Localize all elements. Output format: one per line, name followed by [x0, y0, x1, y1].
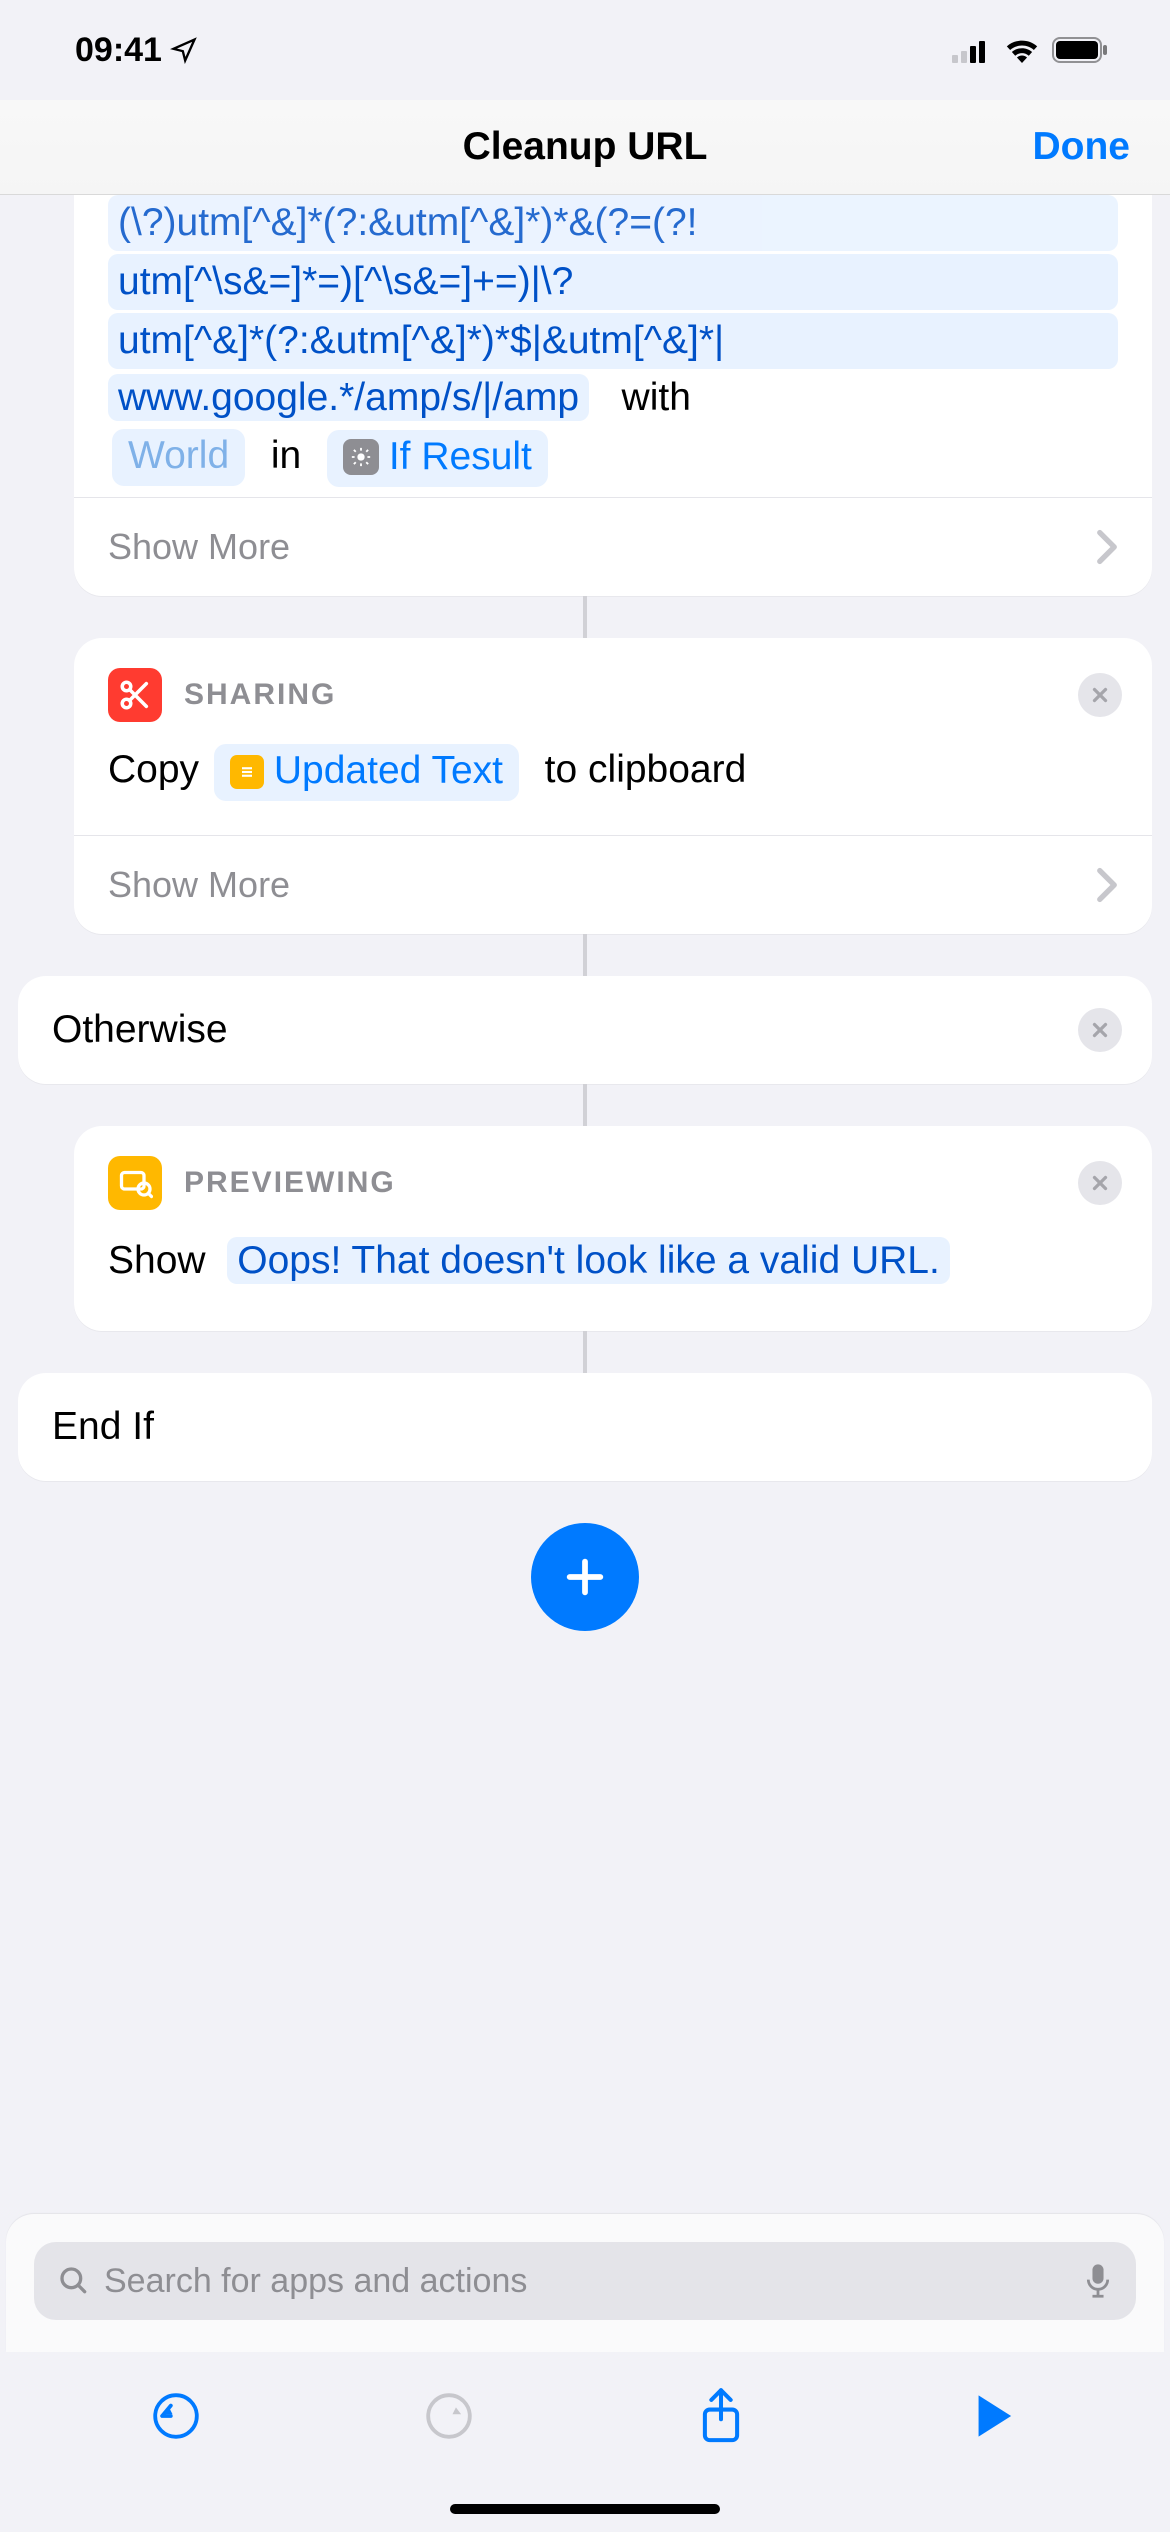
- redo-button[interactable]: [419, 2386, 479, 2446]
- delete-action-button[interactable]: [1078, 1008, 1122, 1052]
- connector-line: [583, 596, 587, 638]
- show-message-token[interactable]: Oops! That doesn't look like a valid URL…: [227, 1237, 950, 1284]
- search-icon: [58, 2265, 90, 2297]
- delete-action-button[interactable]: [1078, 1161, 1122, 1205]
- document-icon: [230, 755, 264, 789]
- battery-icon: [1052, 37, 1110, 63]
- sharing-header: SHARING: [184, 678, 336, 712]
- otherwise-label: Otherwise: [52, 1008, 228, 1052]
- done-button[interactable]: Done: [1033, 125, 1131, 169]
- status-bar: 09:41: [0, 0, 1170, 100]
- plus-icon: [562, 1554, 608, 1600]
- show-more-label: Show More: [108, 526, 290, 568]
- show-more-row[interactable]: Show More: [74, 497, 1152, 596]
- show-action-card: PREVIEWING Show Oops! That doesn't look …: [74, 1126, 1152, 1331]
- status-time: 09:41: [75, 31, 162, 70]
- scissors-icon: [108, 668, 162, 722]
- share-button[interactable]: [691, 2386, 751, 2446]
- regex-text[interactable]: www.google.*/amp/s/|/amp: [108, 374, 589, 421]
- regex-text[interactable]: utm[^&]*(?:&utm[^&]*)*$|&utm[^&]*|: [108, 313, 1118, 369]
- regex-text[interactable]: (\?)utm[^&]*(?:&utm[^&]*)*&(?=(?!: [108, 195, 1118, 251]
- copy-action-card: SHARING Copy Updated Text to clipboard S…: [74, 638, 1152, 934]
- connector-line: [583, 1331, 587, 1373]
- endif-card: End If: [18, 1373, 1152, 1481]
- chevron-right-icon: [1096, 867, 1118, 903]
- show-more-row[interactable]: Show More: [74, 835, 1152, 934]
- previewing-header: PREVIEWING: [184, 1166, 396, 1200]
- connector-line: [583, 1084, 587, 1126]
- with-label: with: [622, 376, 691, 419]
- cellular-icon: [952, 37, 992, 63]
- wifi-icon: [1004, 37, 1040, 63]
- nav-bar: Cleanup URL Done: [0, 100, 1170, 195]
- toolbar: [0, 2356, 1170, 2476]
- endif-label: End If: [52, 1405, 154, 1449]
- search-panel: [6, 2214, 1164, 2352]
- undo-button[interactable]: [146, 2386, 206, 2446]
- regex-text[interactable]: utm[^\s&=]*=)[^\s&=]+=)|\?: [108, 254, 1118, 310]
- location-icon: [170, 36, 198, 64]
- if-result-token[interactable]: If Result: [327, 430, 548, 487]
- with-value-token[interactable]: World: [112, 429, 245, 486]
- copy-prefix: Copy: [108, 748, 199, 791]
- connector-line: [583, 934, 587, 976]
- show-prefix: Show: [108, 1239, 206, 1282]
- home-indicator: [450, 2504, 720, 2514]
- copy-suffix: to clipboard: [545, 748, 747, 791]
- in-label: in: [271, 434, 301, 477]
- replace-action-card: (\?)utm[^&]*(?:&utm[^&]*)*&(?=(?! utm[^\…: [74, 195, 1152, 596]
- search-input[interactable]: [104, 2262, 1070, 2301]
- microphone-icon[interactable]: [1084, 2263, 1112, 2299]
- page-title: Cleanup URL: [463, 125, 708, 169]
- delete-action-button[interactable]: [1078, 673, 1122, 717]
- preview-icon: [108, 1156, 162, 1210]
- search-field[interactable]: [34, 2242, 1136, 2320]
- show-more-label: Show More: [108, 864, 290, 906]
- chevron-right-icon: [1096, 529, 1118, 565]
- play-button[interactable]: [964, 2386, 1024, 2446]
- add-action-button[interactable]: [531, 1523, 639, 1631]
- gear-icon: [343, 439, 379, 475]
- updated-text-token[interactable]: Updated Text: [214, 744, 519, 801]
- otherwise-card: Otherwise: [18, 976, 1152, 1084]
